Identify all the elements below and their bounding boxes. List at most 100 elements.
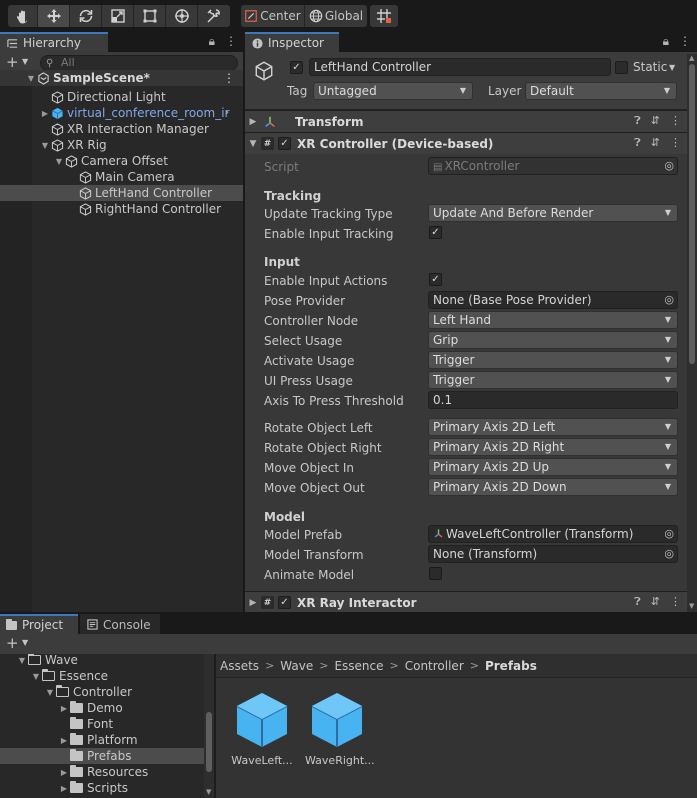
rotate-tool-button[interactable] <box>70 5 102 27</box>
inspector-tab[interactable]: Inspector <box>245 32 339 52</box>
create-plus-icon[interactable]: + <box>6 634 19 652</box>
expand-arrow-icon[interactable]: ▼ <box>26 74 36 83</box>
presets-icon[interactable]: ⇵ <box>651 595 660 609</box>
help-icon[interactable]: ❓︎ <box>634 114 641 128</box>
prefab-asset[interactable]: WaveLeft... <box>230 690 294 767</box>
xr-ray-interactor-component-header[interactable]: ▶ # ✓ XR Ray Interactor ❓︎ ⇵ ⋮ <box>245 591 687 612</box>
hierarchy-search-input[interactable]: ⚲ All <box>40 55 238 71</box>
create-dropdown-icon[interactable]: ▼ <box>22 638 28 647</box>
scroll-down-icon[interactable]: ▼ <box>206 788 211 796</box>
move-out-dropdown[interactable]: Primary Axis 2D Down <box>428 478 678 496</box>
space-global-button[interactable]: Global <box>305 5 367 27</box>
collapse-arrow-icon[interactable]: ▶ <box>40 109 50 118</box>
project-folder-item[interactable]: ▶ Demo <box>0 700 204 716</box>
project-tree-scroll-thumb[interactable] <box>206 712 212 772</box>
expand-arrow-icon[interactable]: ▼ <box>30 672 42 681</box>
hierarchy-scene-row[interactable]: ▼ SampleScene* ⋮ <box>0 70 243 86</box>
breadcrumb-item[interactable]: Prefabs <box>485 659 537 673</box>
component-enabled-checkbox[interactable]: ✓ <box>278 137 291 150</box>
scroll-up-icon[interactable]: ▲ <box>689 54 694 62</box>
expand-arrow-icon[interactable]: ▼ <box>44 688 56 697</box>
hierarchy-item[interactable]: ▼ XR Rig <box>0 137 243 153</box>
collapse-arrow-icon[interactable]: ▶ <box>58 736 70 745</box>
custom-tool-button[interactable] <box>198 5 230 27</box>
component-enabled-checkbox[interactable]: ✓ <box>278 596 291 609</box>
inspector-scrollbar[interactable]: ▲ ▼ <box>687 54 697 612</box>
project-tab[interactable]: Project <box>0 614 78 634</box>
update-tracking-type-dropdown[interactable]: Update And Before Render <box>428 204 678 222</box>
hierarchy-item[interactable]: Main Camera <box>0 169 243 185</box>
project-tree-scrollbar[interactable]: ▼ <box>204 654 214 798</box>
transform-tool-button[interactable] <box>166 5 198 27</box>
expand-arrow-icon[interactable]: ▼ <box>16 656 28 665</box>
static-dropdown-icon[interactable]: ▼ <box>669 63 675 72</box>
project-folder-item[interactable]: ▶ Scripts <box>0 780 204 796</box>
enable-input-actions-checkbox[interactable]: ✓ <box>429 273 442 286</box>
project-folder-item[interactable]: ▼ Controller <box>0 684 204 700</box>
hierarchy-item[interactable]: ▼ Camera Offset <box>0 153 243 169</box>
hierarchy-item[interactable]: LeftHand Controller <box>0 185 243 201</box>
component-menu-icon[interactable]: ⋮ <box>670 595 681 609</box>
project-folder-item[interactable]: Font <box>0 716 204 732</box>
hierarchy-item[interactable]: ▶ virtual_conference_room_ir › <box>0 105 243 121</box>
collapse-arrow-icon[interactable]: ▶ <box>58 768 70 777</box>
move-in-dropdown[interactable]: Primary Axis 2D Up <box>428 458 678 476</box>
breadcrumb-item[interactable]: Wave <box>280 659 313 673</box>
object-name-field[interactable]: LeftHand Controller <box>309 58 611 76</box>
tag-dropdown[interactable]: Untagged <box>313 82 473 100</box>
help-icon[interactable]: ❓︎ <box>634 136 641 150</box>
rect-tool-button[interactable] <box>134 5 166 27</box>
create-dropdown-icon[interactable]: ▼ <box>22 57 28 66</box>
controller-node-dropdown[interactable]: Left Hand <box>428 311 678 329</box>
xr-controller-component-header[interactable]: ▼ # ✓ XR Controller (Device-based) ❓︎ ⇵ … <box>245 132 687 154</box>
presets-icon[interactable]: ⇵ <box>651 136 660 150</box>
project-folder-item[interactable]: ▼ Essence <box>0 668 204 684</box>
transform-component-header[interactable]: ▶ Transform ❓︎ ⇵ ⋮ <box>245 110 687 132</box>
lock-icon[interactable]: 🔒︎ <box>663 34 669 49</box>
breadcrumb-item[interactable]: Controller <box>405 659 464 673</box>
component-menu-icon[interactable]: ⋮ <box>670 114 681 128</box>
kebab-menu-icon[interactable]: ⋮ <box>679 34 691 49</box>
hierarchy-item[interactable]: Directional Light <box>0 89 243 105</box>
component-menu-icon[interactable]: ⋮ <box>670 136 681 150</box>
create-plus-icon[interactable]: + <box>6 53 19 71</box>
hierarchy-item[interactable]: XR Interaction Manager <box>0 121 243 137</box>
breadcrumb-item[interactable]: Assets <box>220 659 259 673</box>
project-folder-item[interactable]: ▶ Platform <box>0 732 204 748</box>
prefab-asset[interactable]: WaveRight... <box>305 690 375 767</box>
prefab-open-arrow-icon[interactable]: › <box>225 108 229 118</box>
active-checkbox[interactable]: ✓ <box>290 61 303 74</box>
expand-arrow-icon[interactable]: ▼ <box>54 157 64 166</box>
activate-usage-dropdown[interactable]: Trigger <box>428 351 678 369</box>
collapse-arrow-icon[interactable]: ▶ <box>58 704 70 713</box>
select-usage-dropdown[interactable]: Grip <box>428 331 678 349</box>
axis-threshold-field[interactable]: 0.1 <box>428 391 678 409</box>
rotate-left-dropdown[interactable]: Primary Axis 2D Left <box>428 418 678 436</box>
pivot-center-button[interactable]: Center <box>241 5 305 27</box>
project-folder-item[interactable]: Prefabs <box>0 748 204 764</box>
pose-provider-field[interactable]: None (Base Pose Provider) <box>428 291 678 309</box>
static-checkbox[interactable] <box>615 61 628 74</box>
ui-press-usage-dropdown[interactable]: Trigger <box>428 371 678 389</box>
model-prefab-field[interactable]: WaveLeftController (Transform) <box>428 525 678 543</box>
scale-tool-button[interactable] <box>102 5 134 27</box>
scene-menu-icon[interactable]: ⋮ <box>223 71 235 85</box>
grid-snap-button[interactable] <box>370 5 398 27</box>
inspector-scroll-thumb[interactable] <box>689 64 695 364</box>
collapse-arrow-icon[interactable]: ▶ <box>58 784 70 793</box>
expand-arrow-icon[interactable]: ▼ <box>40 141 50 150</box>
hierarchy-tab[interactable]: Hierarchy <box>0 32 108 52</box>
project-folder-item[interactable]: ▶ Resources <box>0 764 204 780</box>
rotate-right-dropdown[interactable]: Primary Axis 2D Right <box>428 438 678 456</box>
help-icon[interactable]: ❓︎ <box>634 595 641 609</box>
layer-dropdown[interactable]: Default <box>525 82 677 100</box>
console-tab[interactable]: Console <box>80 614 160 634</box>
hand-tool-button[interactable] <box>8 5 38 27</box>
hierarchy-item[interactable]: RightHand Controller <box>0 201 243 217</box>
project-folder-item[interactable]: ▼ Wave <box>0 654 204 668</box>
static-label[interactable]: Static <box>633 60 667 74</box>
model-transform-field[interactable]: None (Transform) <box>428 545 678 563</box>
lock-icon[interactable]: 🔒︎ <box>209 34 215 49</box>
move-tool-button[interactable] <box>38 5 70 27</box>
enable-input-tracking-checkbox[interactable]: ✓ <box>429 226 442 239</box>
